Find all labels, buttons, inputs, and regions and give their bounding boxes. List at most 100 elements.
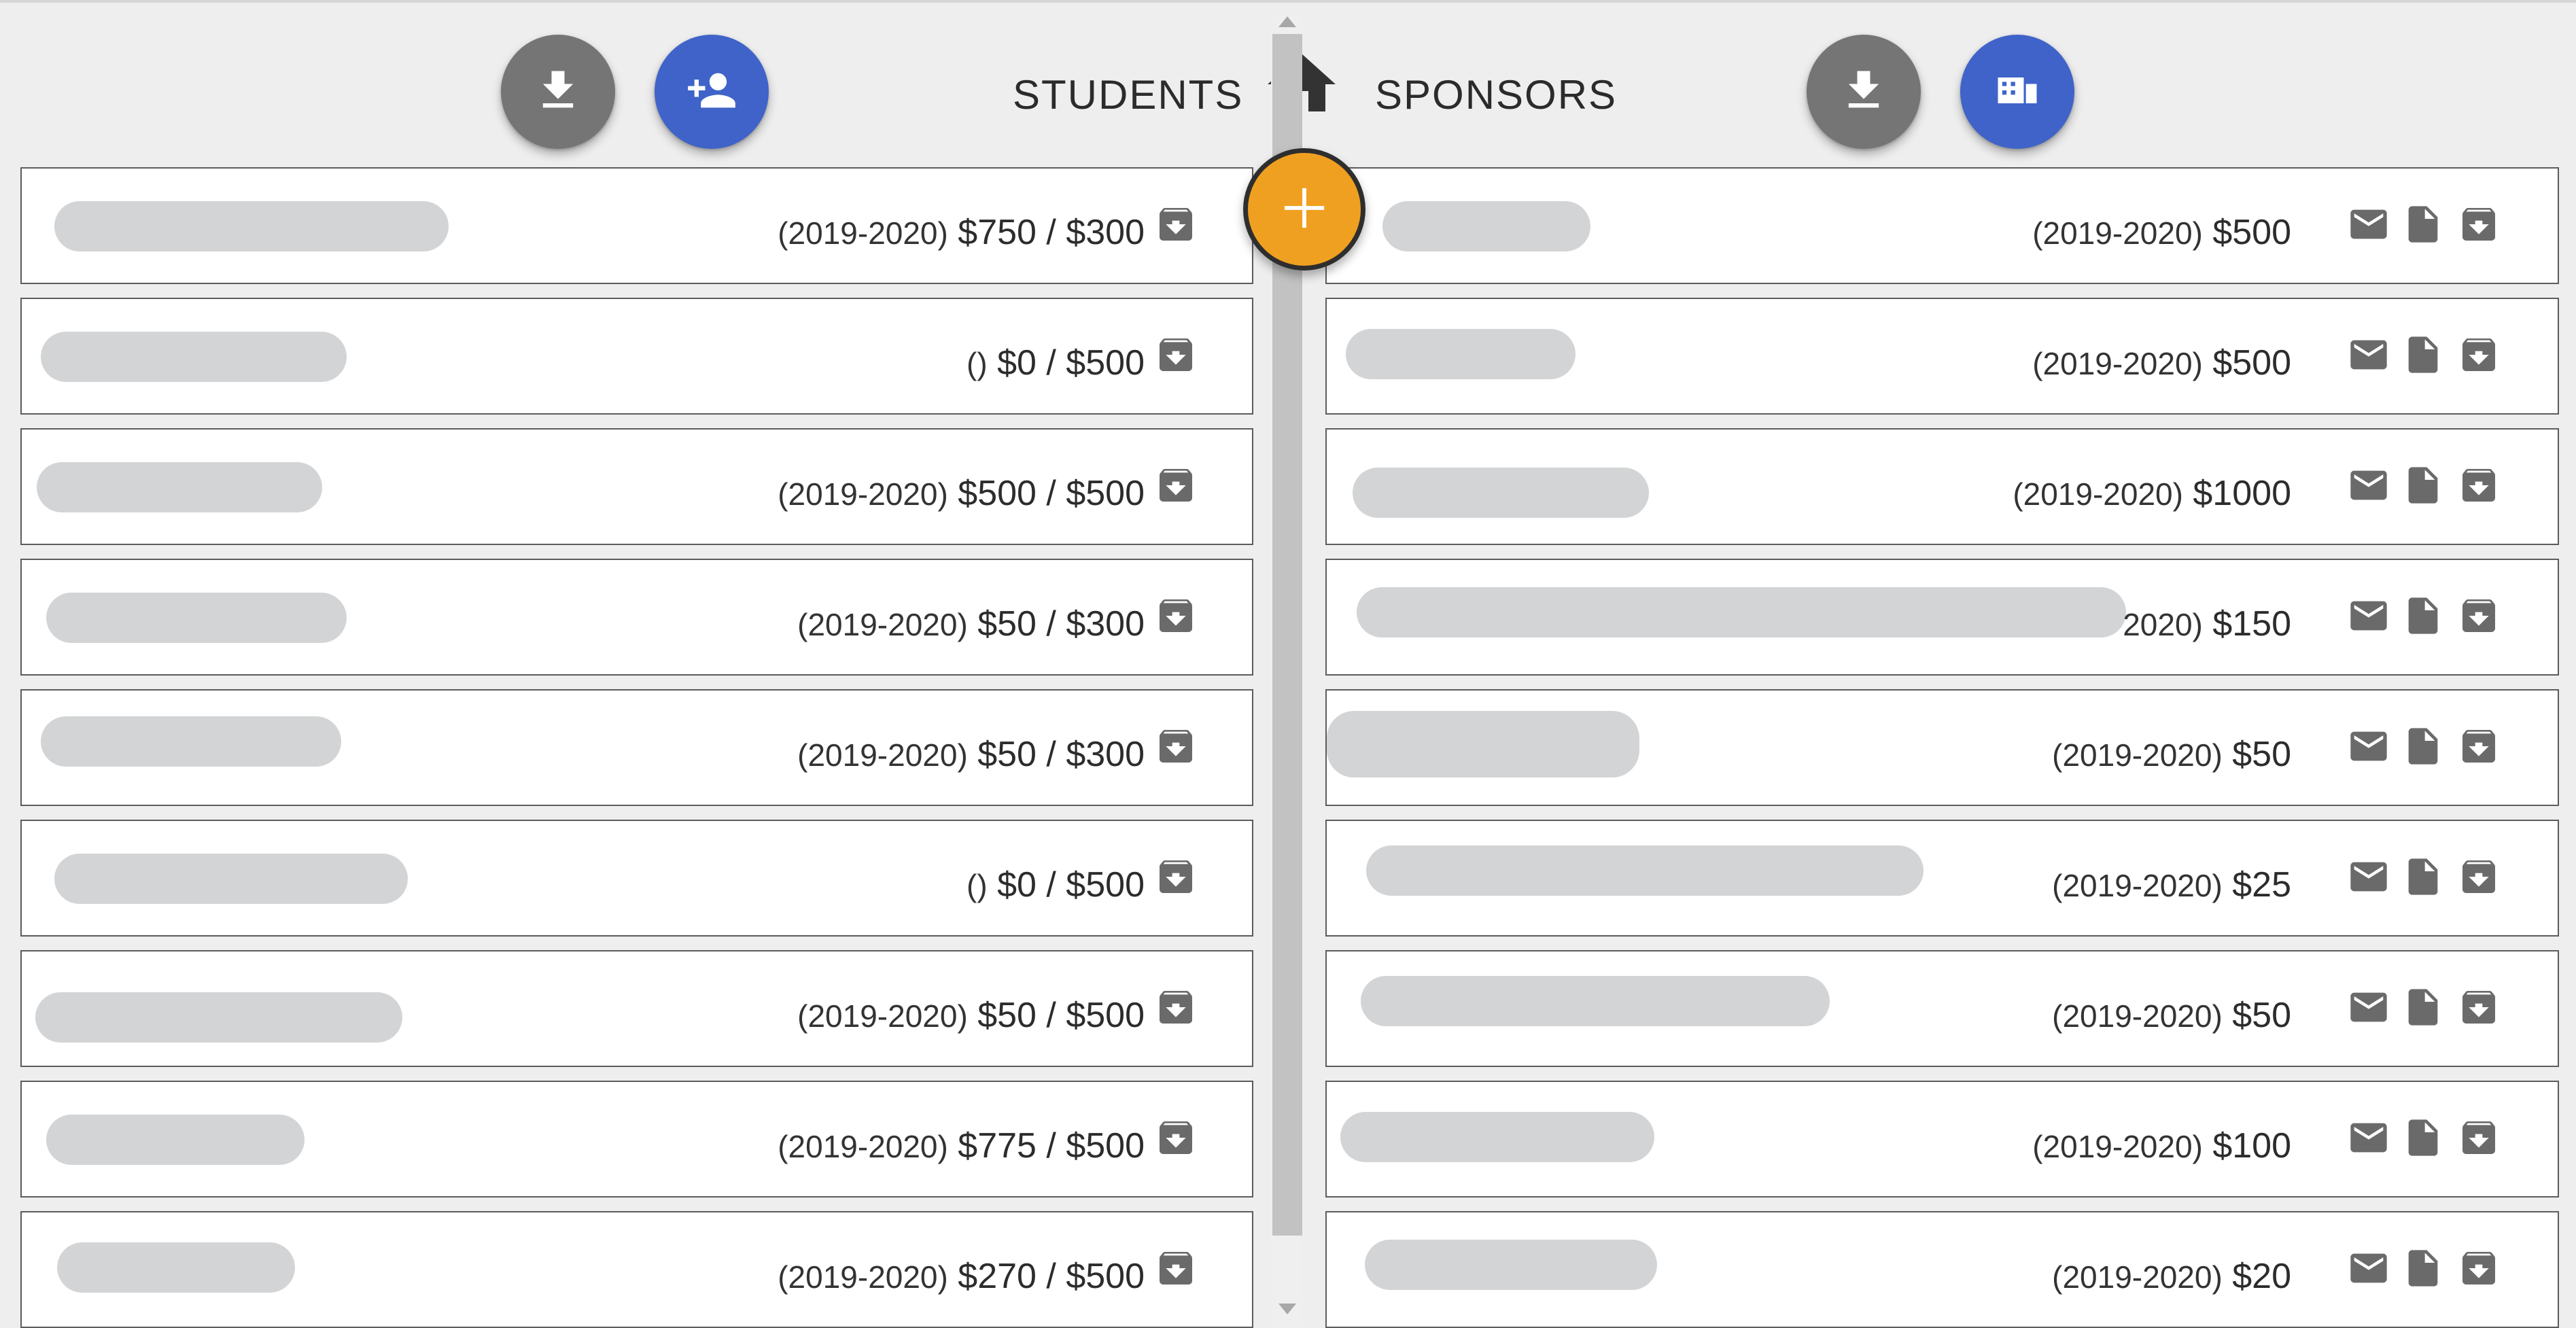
mail-icon bbox=[2350, 340, 2387, 370]
redacted-sponsor-name bbox=[1340, 1112, 1654, 1162]
archive-student-button[interactable] bbox=[1154, 464, 1198, 507]
archive-sponsor-button[interactable] bbox=[2457, 203, 2501, 246]
student-amount: () $0 / $500 bbox=[967, 859, 1145, 911]
document-icon bbox=[2408, 336, 2438, 373]
student-card[interactable]: (2019-2020) $775 / $500 bbox=[20, 1081, 1253, 1198]
sponsor-card[interactable]: (2019-2020) $500 bbox=[1325, 167, 2559, 284]
archive-sponsor-button[interactable] bbox=[2457, 855, 2501, 898]
archive-student-button[interactable] bbox=[1154, 1116, 1198, 1159]
email-sponsor-button[interactable] bbox=[2347, 464, 2390, 507]
email-sponsor-button[interactable] bbox=[2347, 985, 2390, 1029]
email-sponsor-button[interactable] bbox=[2347, 1246, 2390, 1290]
sponsor-document-button[interactable] bbox=[2401, 333, 2445, 377]
archive-sponsor-button[interactable] bbox=[2457, 1246, 2501, 1290]
sponsor-document-button[interactable] bbox=[2401, 1116, 2445, 1159]
student-card[interactable]: (2019-2020) $270 / $500 bbox=[20, 1211, 1253, 1328]
sponsor-card[interactable]: (2019-2020) $500 bbox=[1325, 298, 2559, 415]
email-sponsor-button[interactable] bbox=[2347, 594, 2390, 637]
student-card[interactable]: (2019-2020) $750 / $300 bbox=[20, 167, 1253, 284]
sponsor-year: 2020) bbox=[2123, 607, 2203, 642]
sponsor-card[interactable]: (2019-2020) $1000 bbox=[1325, 428, 2559, 545]
student-card[interactable]: (2019-2020) $50 / $500 bbox=[20, 950, 1253, 1067]
archive-student-button[interactable] bbox=[1154, 855, 1198, 898]
sponsor-card[interactable]: (2019-2020) $50 bbox=[1325, 950, 2559, 1067]
sponsor-document-button[interactable] bbox=[2401, 203, 2445, 246]
add-sponsor-button[interactable] bbox=[1960, 35, 2074, 149]
archive-icon bbox=[2462, 730, 2495, 763]
redacted-sponsor-name bbox=[1366, 845, 1924, 896]
student-amount: (2019-2020) $50 / $300 bbox=[797, 598, 1145, 650]
archive-student-button[interactable] bbox=[1154, 724, 1198, 768]
redacted-student-name bbox=[54, 201, 449, 251]
email-sponsor-button[interactable] bbox=[2347, 333, 2390, 377]
archive-sponsor-button[interactable] bbox=[2457, 333, 2501, 377]
sponsor-document-button[interactable] bbox=[2401, 985, 2445, 1029]
redacted-sponsor-name bbox=[1361, 976, 1830, 1026]
archive-sponsor-button[interactable] bbox=[2457, 724, 2501, 768]
sponsor-pledge: $500 bbox=[2212, 213, 2291, 252]
archive-sponsor-button[interactable] bbox=[2457, 985, 2501, 1029]
sponsor-document-button[interactable] bbox=[2401, 1246, 2445, 1290]
student-card[interactable]: (2019-2020) $50 / $300 bbox=[20, 559, 1253, 676]
redacted-student-name bbox=[41, 716, 341, 767]
scroll-down-arrow[interactable] bbox=[1278, 1304, 1296, 1314]
sponsor-pledge: $20 bbox=[2232, 1257, 2291, 1296]
student-card[interactable]: () $0 / $500 bbox=[20, 298, 1253, 415]
sponsor-card[interactable]: (2019-2020) $50 bbox=[1325, 689, 2559, 806]
sponsor-card[interactable]: (2019-2020) $25 bbox=[1325, 820, 2559, 937]
download-sponsors-button[interactable] bbox=[1807, 35, 1921, 149]
student-card[interactable]: (2019-2020) $500 / $500 bbox=[20, 428, 1253, 545]
redacted-sponsor-name bbox=[1327, 711, 1639, 777]
sponsor-document-button[interactable] bbox=[2401, 464, 2445, 507]
redacted-sponsor-name bbox=[1382, 201, 1590, 251]
student-card[interactable]: (2019-2020) $50 / $300 bbox=[20, 689, 1253, 806]
archive-sponsor-button[interactable] bbox=[2457, 594, 2501, 637]
redacted-student-name bbox=[57, 1242, 295, 1293]
scroll-up-arrow[interactable] bbox=[1278, 16, 1296, 27]
sponsor-document-button[interactable] bbox=[2401, 724, 2445, 768]
student-year: () bbox=[967, 346, 988, 381]
archive-student-button[interactable] bbox=[1154, 333, 1198, 377]
student-year: (2019-2020) bbox=[797, 607, 968, 642]
archive-icon bbox=[1160, 469, 1192, 502]
redacted-sponsor-name bbox=[1346, 329, 1576, 379]
sponsor-card[interactable]: (2019-2020) $100 bbox=[1325, 1081, 2559, 1198]
archive-student-button[interactable] bbox=[1154, 1246, 1198, 1290]
email-sponsor-button[interactable] bbox=[2347, 203, 2390, 246]
archive-student-button[interactable] bbox=[1154, 594, 1198, 637]
sponsor-pledge: $50 bbox=[2232, 735, 2291, 774]
archive-sponsor-button[interactable] bbox=[2457, 464, 2501, 507]
archive-student-button[interactable] bbox=[1154, 203, 1198, 246]
sponsor-card[interactable]: (2019-2020) $20 bbox=[1325, 1211, 2559, 1328]
sponsor-document-button[interactable] bbox=[2401, 594, 2445, 637]
student-amount: (2019-2020) $50 / $300 bbox=[797, 729, 1145, 780]
email-sponsor-button[interactable] bbox=[2347, 1116, 2390, 1159]
sponsor-pledge: $50 bbox=[2232, 996, 2291, 1035]
add-button[interactable] bbox=[1243, 148, 1365, 270]
download-icon bbox=[1838, 65, 1890, 120]
download-students-button[interactable] bbox=[501, 35, 615, 149]
sponsor-card[interactable]: 2020) $150 bbox=[1325, 559, 2559, 676]
archive-sponsor-button[interactable] bbox=[2457, 1116, 2501, 1159]
sponsor-pledge: $500 bbox=[2212, 343, 2291, 383]
email-sponsor-button[interactable] bbox=[2347, 724, 2390, 768]
student-year: (2019-2020) bbox=[778, 476, 948, 512]
archive-icon bbox=[2462, 469, 2495, 502]
archive-icon bbox=[2462, 599, 2495, 632]
mail-icon bbox=[2350, 601, 2387, 631]
student-card[interactable]: () $0 / $500 bbox=[20, 820, 1253, 937]
document-icon bbox=[2408, 597, 2438, 634]
sponsor-amount: (2019-2020) $100 bbox=[2032, 1120, 2291, 1172]
sponsor-document-button[interactable] bbox=[2401, 855, 2445, 898]
sponsor-amount: (2019-2020) $25 bbox=[2052, 859, 2291, 911]
add-student-button[interactable] bbox=[655, 35, 769, 149]
sponsor-year: (2019-2020) bbox=[2032, 346, 2203, 381]
student-funding: $750 / $300 bbox=[958, 213, 1145, 252]
student-funding: $270 / $500 bbox=[958, 1257, 1145, 1296]
email-sponsor-button[interactable] bbox=[2347, 855, 2390, 898]
person-add-icon bbox=[686, 65, 737, 120]
student-year: (2019-2020) bbox=[797, 998, 968, 1034]
archive-student-button[interactable] bbox=[1154, 985, 1198, 1029]
student-year: (2019-2020) bbox=[778, 1129, 948, 1164]
archive-icon bbox=[1160, 208, 1192, 241]
